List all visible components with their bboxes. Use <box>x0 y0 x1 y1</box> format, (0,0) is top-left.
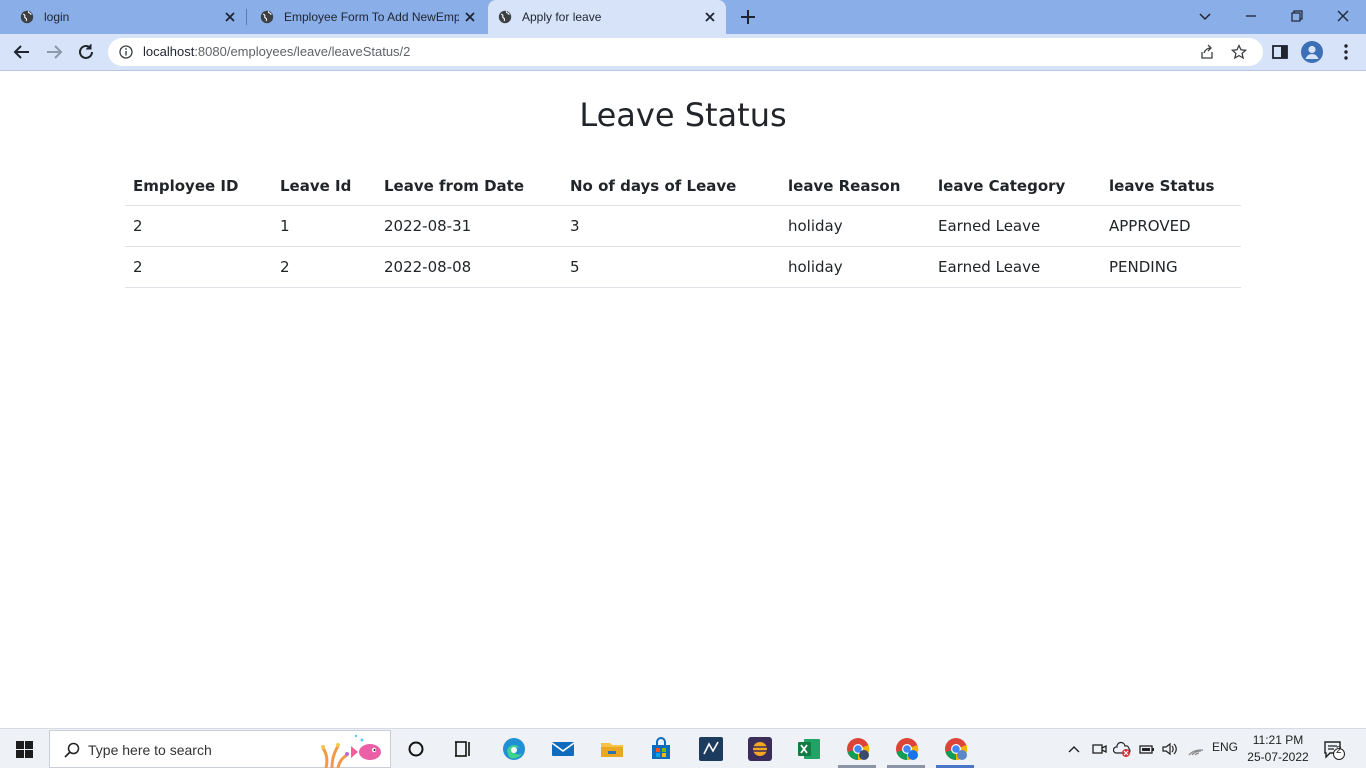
taskbar-search-box[interactable]: Type here to search <box>49 730 391 768</box>
more-menu-icon[interactable] <box>1336 42 1356 62</box>
language-indicator[interactable]: ENG <box>1212 740 1238 758</box>
table-row: 2 2 2022-08-08 5 holiday Earned Leave PE… <box>125 246 1241 288</box>
cell-leave-id: 2 <box>272 246 376 288</box>
close-icon[interactable] <box>702 9 718 25</box>
column-header-leave-status: leave Status <box>1101 167 1241 206</box>
close-icon[interactable] <box>462 9 478 25</box>
eclipse-ide-icon[interactable] <box>747 736 773 762</box>
battery-icon[interactable] <box>1138 740 1156 758</box>
column-header-leave-reason: leave Reason <box>780 167 930 206</box>
windows-taskbar: Type here to search ENG 11:21 PM 25-07-2… <box>0 728 1366 768</box>
system-clock[interactable]: 11:21 PM 25-07-2022 <box>1244 732 1312 766</box>
browser-tab-strip: login Employee Form To Add NewEmp Apply … <box>0 0 1366 34</box>
bookmark-star-icon[interactable] <box>1231 44 1247 60</box>
cell-leave-category: Earned Leave <box>930 246 1101 288</box>
browser-toolbar: localhost:8080/employees/leave/leaveStat… <box>0 34 1366 71</box>
search-icon <box>64 742 80 758</box>
cell-no-of-days: 5 <box>562 246 780 288</box>
microsoft-store-icon[interactable] <box>648 736 674 762</box>
info-icon[interactable] <box>119 45 133 59</box>
profile-avatar[interactable] <box>1301 41 1323 63</box>
cell-employee-id: 2 <box>125 246 272 288</box>
onedrive-error-icon[interactable] <box>1113 740 1133 758</box>
column-header-leave-id: Leave Id <box>272 167 376 206</box>
table-header-row: Employee ID Leave Id Leave from Date No … <box>125 167 1241 206</box>
tab-employee-form[interactable]: Employee Form To Add NewEmp <box>248 0 486 34</box>
reload-icon[interactable] <box>76 42 96 62</box>
table-row: 2 1 2022-08-31 3 holiday Earned Leave AP… <box>125 205 1241 247</box>
mysql-workbench-icon[interactable] <box>698 736 724 762</box>
cell-leave-from-date: 2022-08-31 <box>376 205 562 247</box>
url-path: :8080/employees/leave/leaveStatus/2 <box>194 44 411 59</box>
cell-no-of-days: 3 <box>562 205 780 247</box>
column-header-no-of-days: No of days of Leave <box>562 167 780 206</box>
chrome-active-icon[interactable] <box>943 736 969 762</box>
cell-leave-reason: holiday <box>780 205 930 247</box>
clock-time: 11:21 PM <box>1252 733 1304 747</box>
cortana-icon[interactable] <box>403 736 429 762</box>
file-explorer-icon[interactable] <box>599 736 625 762</box>
cell-leave-category: Earned Leave <box>930 205 1101 247</box>
share-icon[interactable] <box>1199 44 1215 60</box>
windows-start-icon[interactable] <box>16 741 33 758</box>
url-host: localhost <box>143 44 195 59</box>
globe-icon <box>20 10 34 24</box>
globe-icon <box>498 10 512 24</box>
page-title: Leave Status <box>579 96 787 134</box>
url-text[interactable]: localhost:8080/employees/leave/leaveStat… <box>143 44 410 59</box>
cell-employee-id: 2 <box>125 205 272 247</box>
column-header-employee-id: Employee ID <box>125 167 272 206</box>
chrome-icon[interactable] <box>845 736 871 762</box>
new-tab-plus-icon[interactable] <box>737 6 759 28</box>
forward-arrow-icon[interactable] <box>44 42 64 62</box>
close-icon[interactable] <box>222 9 238 25</box>
cell-leave-id: 1 <box>272 205 376 247</box>
tab-title: Apply for leave <box>522 10 602 24</box>
cell-leave-status: PENDING <box>1101 246 1241 288</box>
notification-count: 2 <box>1336 745 1342 756</box>
address-bar[interactable]: localhost:8080/employees/leave/leaveStat… <box>108 38 1263 66</box>
notification-center-button[interactable]: 2 <box>1323 740 1345 760</box>
side-panel-icon[interactable] <box>1270 42 1290 62</box>
chevron-down-icon[interactable] <box>1196 7 1214 25</box>
task-view-icon[interactable] <box>450 736 476 762</box>
cell-leave-status: APPROVED <box>1101 205 1241 247</box>
meet-now-icon[interactable] <box>1091 740 1107 758</box>
search-placeholder: Type here to search <box>88 742 212 758</box>
tab-title: Employee Form To Add NewEmp <box>284 10 459 24</box>
cell-leave-reason: holiday <box>780 246 930 288</box>
clock-date: 25-07-2022 <box>1247 750 1309 764</box>
restore-icon[interactable] <box>1288 7 1306 25</box>
minimize-icon[interactable] <box>1242 7 1260 25</box>
person-icon <box>1305 45 1319 59</box>
column-header-leave-from-date: Leave from Date <box>376 167 562 206</box>
wifi-icon[interactable] <box>1187 740 1205 758</box>
edge-browser-icon[interactable] <box>501 736 527 762</box>
tab-login[interactable]: login <box>0 0 246 34</box>
column-header-leave-category: leave Category <box>930 167 1101 206</box>
chrome-profile-icon[interactable] <box>894 736 920 762</box>
tab-divider <box>246 9 247 25</box>
tab-apply-for-leave[interactable]: Apply for leave <box>488 0 726 34</box>
close-window-icon[interactable] <box>1334 7 1352 25</box>
tab-title: login <box>44 10 70 24</box>
chevron-up-icon[interactable] <box>1066 740 1082 758</box>
leave-status-table: Employee ID Leave Id Leave from Date No … <box>125 167 1241 288</box>
mail-icon[interactable] <box>550 736 576 762</box>
back-arrow-icon[interactable] <box>12 42 32 62</box>
excel-icon[interactable] <box>796 736 822 762</box>
speaker-icon[interactable] <box>1161 740 1179 758</box>
search-highlight-coral-fish-icon <box>321 734 381 768</box>
globe-icon <box>260 10 274 24</box>
page-content: Leave Status Employee ID Leave Id Leave … <box>0 71 1366 728</box>
cell-leave-from-date: 2022-08-08 <box>376 246 562 288</box>
